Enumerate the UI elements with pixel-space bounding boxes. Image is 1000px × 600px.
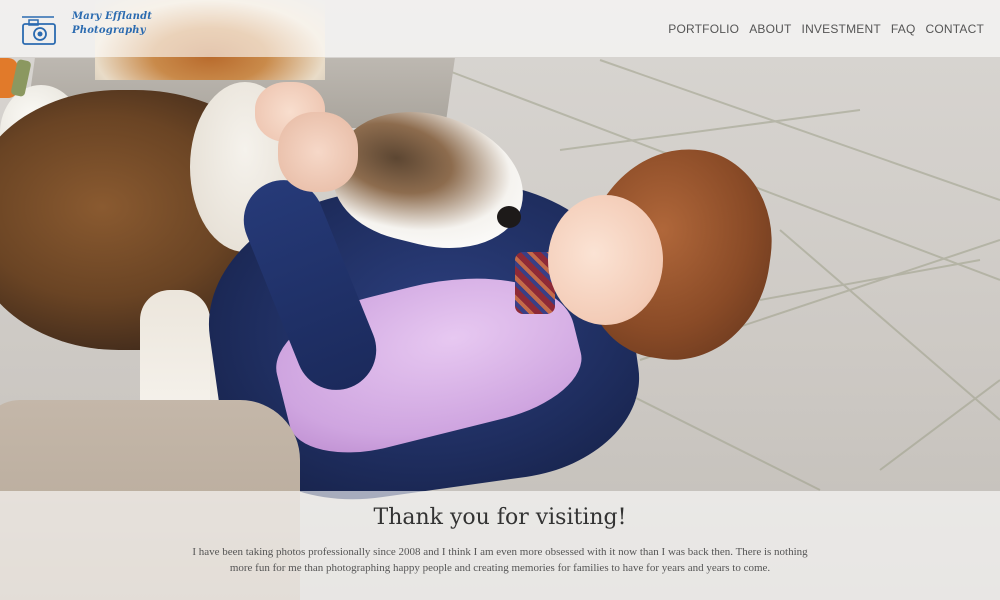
welcome-text: I have been taking photos professionally… [192, 546, 808, 574]
site-header: Mary Efflandt Photography PORTFOLIO ABOU… [0, 0, 1000, 57]
main-nav: PORTFOLIO ABOUT INVESTMENT FAQ CONTACT [668, 22, 984, 36]
boy-hand [278, 112, 358, 192]
nav-about[interactable]: ABOUT [749, 22, 791, 36]
nav-faq[interactable]: FAQ [891, 22, 916, 36]
boy-face [548, 195, 663, 325]
camera-icon [22, 16, 56, 45]
welcome-band: Thank you for visiting! I have been taki… [0, 491, 1000, 600]
nav-portfolio[interactable]: PORTFOLIO [668, 22, 739, 36]
welcome-title: Thank you for visiting! [373, 505, 627, 530]
nav-contact[interactable]: CONTACT [925, 22, 984, 36]
nav-investment[interactable]: INVESTMENT [802, 22, 881, 36]
logo-subtitle: Photography [72, 25, 146, 36]
logo-name: Mary Efflandt [72, 11, 153, 22]
site-logo[interactable]: Mary Efflandt Photography [20, 9, 152, 49]
dog-nose [497, 206, 521, 228]
